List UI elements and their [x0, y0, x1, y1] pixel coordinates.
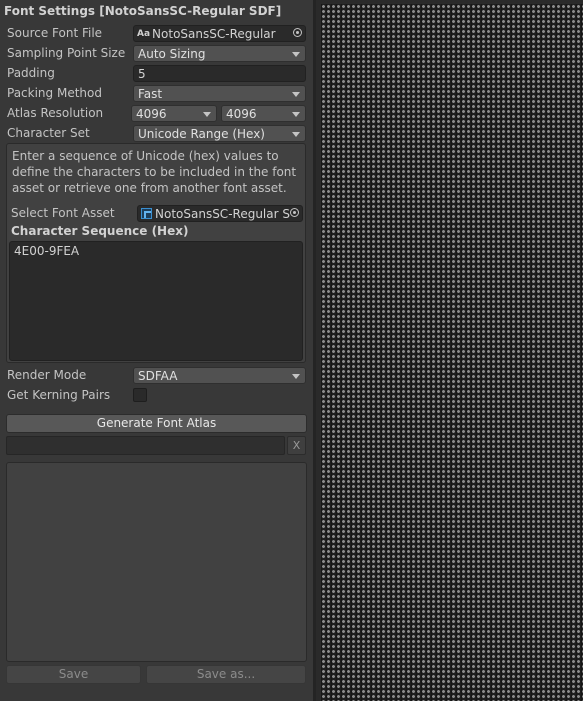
cancel-generation-button[interactable]: X [287, 436, 306, 455]
sampling-point-size-label: Sampling Point Size [7, 46, 126, 60]
font-file-icon: Aa [137, 29, 151, 39]
generate-font-atlas-button[interactable]: Generate Font Atlas [6, 414, 307, 433]
padding-label: Padding [7, 66, 55, 80]
save-as-button[interactable]: Save as... [146, 665, 306, 684]
source-font-file-label: Source Font File [7, 26, 103, 40]
chevron-down-icon [292, 374, 300, 379]
character-sequence-input[interactable]: 4E00-9FEA [9, 241, 303, 361]
chevron-down-icon [292, 92, 300, 97]
sampling-point-size-dropdown[interactable]: Auto Sizing [133, 45, 306, 62]
character-sequence-label: Character Sequence (Hex) [11, 224, 189, 238]
packing-method-dropdown[interactable]: Fast [133, 85, 306, 102]
render-mode-value: SDFAA [138, 369, 178, 383]
get-kerning-pairs-label: Get Kerning Pairs [7, 388, 111, 402]
save-button[interactable]: Save [6, 665, 141, 684]
select-font-asset-label: Select Font Asset [11, 206, 115, 220]
character-set-dropdown[interactable]: Unicode Range (Hex) [133, 125, 306, 142]
chevron-down-icon [292, 132, 300, 137]
atlas-height-value: 4096 [226, 107, 257, 121]
select-font-asset-value: NotoSansSC-Regular S [155, 207, 290, 221]
select-font-asset-field[interactable]: NotoSansSC-Regular S [137, 205, 303, 222]
atlas-height-dropdown[interactable]: 4096 [221, 105, 306, 122]
generation-progress-bar [6, 436, 285, 455]
source-font-file-field[interactable]: Aa NotoSansSC-Regular [133, 25, 306, 42]
render-mode-label: Render Mode [7, 368, 87, 382]
packing-method-value: Fast [138, 87, 163, 101]
chevron-down-icon [292, 52, 300, 57]
sampling-point-size-value: Auto Sizing [138, 47, 206, 61]
character-set-value: Unicode Range (Hex) [138, 127, 265, 141]
atlas-resolution-label: Atlas Resolution [7, 106, 104, 120]
font-settings-panel: Font Settings [NotoSansSC-Regular SDF] S… [0, 0, 313, 701]
render-mode-dropdown[interactable]: SDFAA [133, 367, 306, 384]
object-picker-icon[interactable] [293, 28, 302, 37]
output-log-area [6, 462, 307, 662]
source-font-file-value: NotoSansSC-Regular [152, 27, 276, 41]
padding-input[interactable]: 5 [133, 65, 306, 82]
window-title: Font Settings [NotoSansSC-Regular SDF] [4, 4, 282, 18]
chevron-down-icon [203, 112, 211, 117]
chevron-down-icon [292, 112, 300, 117]
get-kerning-pairs-checkbox[interactable] [133, 388, 147, 402]
help-text: Enter a sequence of Unicode (hex) values… [12, 149, 297, 195]
character-set-label: Character Set [7, 126, 90, 140]
packing-method-label: Packing Method [7, 86, 102, 100]
atlas-width-dropdown[interactable]: 4096 [131, 105, 217, 122]
font-asset-icon [141, 208, 152, 219]
atlas-width-value: 4096 [136, 107, 167, 121]
font-atlas-preview [321, 4, 583, 701]
object-picker-icon[interactable] [290, 208, 299, 217]
